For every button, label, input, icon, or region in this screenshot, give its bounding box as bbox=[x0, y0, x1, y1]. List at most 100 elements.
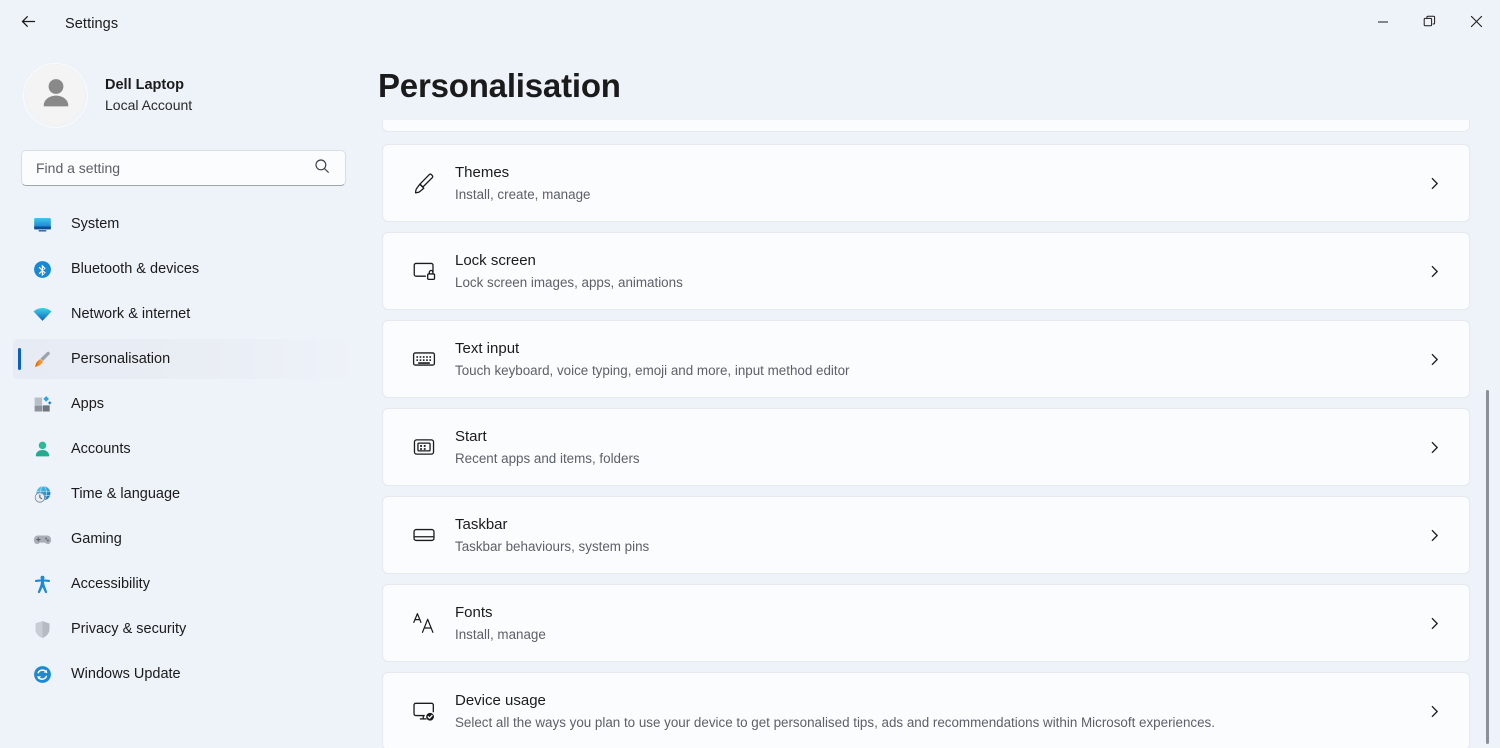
sidebar-item-gaming[interactable]: Gaming bbox=[13, 519, 358, 559]
page-title: Personalisation bbox=[378, 67, 621, 104]
apps-icon bbox=[30, 392, 54, 416]
settings-card-device-usage[interactable]: Device usage Select all the ways you pla… bbox=[382, 672, 1470, 748]
card-title: Lock screen bbox=[455, 252, 536, 270]
restore-button[interactable] bbox=[1406, 0, 1453, 48]
settings-card-taskbar[interactable]: Taskbar Taskbar behaviours, system pins bbox=[382, 496, 1470, 574]
sidebar-item-label: Network & internet bbox=[71, 306, 191, 322]
sidebar-item-apps[interactable]: Apps bbox=[13, 384, 358, 424]
settings-card-lock-screen[interactable]: Lock screen Lock screen images, apps, an… bbox=[382, 232, 1470, 310]
sidebar-nav: System Bluetooth & devices Network & int… bbox=[0, 204, 366, 694]
card-text: Device usage Select all the ways you pla… bbox=[455, 691, 1421, 731]
card-subtitle: Touch keyboard, voice typing, emoji and … bbox=[455, 362, 850, 378]
card-subtitle: Select all the ways you plan to use your… bbox=[455, 714, 1215, 730]
account-person-icon bbox=[30, 437, 54, 461]
shield-icon bbox=[30, 617, 54, 641]
sidebar-item-label: Time & language bbox=[71, 486, 181, 502]
settings-card-fonts[interactable]: Fonts Install, manage bbox=[382, 584, 1470, 662]
gamepad-icon bbox=[30, 527, 54, 551]
card-subtitle: Recent apps and items, folders bbox=[455, 450, 640, 466]
search-input[interactable] bbox=[21, 150, 346, 186]
system-monitor-icon bbox=[30, 212, 54, 236]
settings-card-themes[interactable]: Themes Install, create, manage bbox=[382, 144, 1470, 222]
device-usage-icon bbox=[407, 698, 441, 724]
card-partial-top[interactable] bbox=[382, 120, 1470, 132]
settings-card-start[interactable]: Start Recent apps and items, folders bbox=[382, 408, 1470, 486]
main-scrollbar[interactable] bbox=[1482, 48, 1494, 748]
title-bar: Settings bbox=[0, 0, 1500, 48]
back-button[interactable] bbox=[11, 7, 45, 41]
card-title: Taskbar bbox=[455, 516, 508, 534]
sidebar-item-label: Windows Update bbox=[71, 666, 181, 682]
minimize-icon bbox=[1377, 15, 1389, 33]
restore-icon bbox=[1423, 15, 1436, 33]
chevron-right-icon bbox=[1421, 705, 1447, 718]
search-container bbox=[21, 150, 346, 186]
bluetooth-icon bbox=[30, 257, 54, 281]
chevron-right-icon bbox=[1421, 353, 1447, 366]
sidebar-item-accounts[interactable]: Accounts bbox=[13, 429, 358, 469]
main-content: Personalisation Themes Install, create, … bbox=[366, 48, 1500, 748]
start-menu-icon bbox=[407, 434, 441, 460]
sidebar-item-personalisation[interactable]: Personalisation bbox=[13, 339, 358, 379]
chevron-right-icon bbox=[1421, 177, 1447, 190]
sidebar-item-label: Personalisation bbox=[71, 351, 171, 367]
paintbrush-icon bbox=[30, 347, 54, 371]
sidebar-item-network-internet[interactable]: Network & internet bbox=[13, 294, 358, 334]
card-title: Start bbox=[455, 428, 487, 446]
fonts-aa-icon bbox=[407, 610, 441, 636]
minimize-button[interactable] bbox=[1359, 0, 1406, 48]
card-text: Lock screen Lock screen images, apps, an… bbox=[455, 251, 1421, 291]
search-button[interactable] bbox=[310, 156, 334, 180]
wifi-icon bbox=[30, 302, 54, 326]
card-text: Taskbar Taskbar behaviours, system pins bbox=[455, 515, 1421, 555]
account-type: Local Account bbox=[105, 96, 193, 113]
sidebar: Dell Laptop Local Account Find a setting… bbox=[0, 48, 366, 748]
sidebar-item-privacy-security[interactable]: Privacy & security bbox=[13, 609, 358, 649]
sidebar-item-label: Gaming bbox=[71, 531, 122, 547]
card-text: Start Recent apps and items, folders bbox=[455, 427, 1421, 467]
card-title: Text input bbox=[455, 340, 520, 358]
account-meta: Dell Laptop Local Account bbox=[105, 76, 192, 114]
sidebar-item-label: Privacy & security bbox=[71, 621, 187, 637]
sidebar-item-bluetooth-devices[interactable]: Bluetooth & devices bbox=[13, 249, 358, 289]
card-text: Text input Touch keyboard, voice typing,… bbox=[455, 339, 1421, 379]
settings-card-text-input[interactable]: Text input Touch keyboard, voice typing,… bbox=[382, 320, 1470, 398]
sidebar-item-label: System bbox=[71, 216, 120, 232]
window-controls bbox=[1359, 0, 1500, 48]
taskbar-icon bbox=[407, 522, 441, 548]
sidebar-item-time-language[interactable]: Time & language bbox=[13, 474, 358, 514]
account-name: Dell Laptop bbox=[105, 77, 184, 94]
sidebar-item-label: Accessibility bbox=[71, 576, 150, 592]
chevron-right-icon bbox=[1421, 265, 1447, 278]
card-title: Fonts bbox=[455, 604, 493, 622]
sidebar-item-windows-update[interactable]: Windows Update bbox=[13, 654, 358, 694]
card-subtitle: Install, create, manage bbox=[455, 186, 591, 202]
account-block[interactable]: Dell Laptop Local Account bbox=[24, 64, 366, 127]
settings-window: Settings Dell Laptop Local Account Find … bbox=[0, 0, 1500, 748]
close-button[interactable] bbox=[1453, 0, 1500, 48]
paintbrush-outline-icon bbox=[407, 170, 441, 196]
card-text: Fonts Install, manage bbox=[455, 603, 1421, 643]
back-arrow-icon bbox=[19, 12, 38, 36]
chevron-right-icon bbox=[1421, 441, 1447, 454]
avatar bbox=[24, 64, 87, 127]
settings-card-list: Themes Install, create, manage Lock scre… bbox=[366, 120, 1500, 748]
card-subtitle: Install, manage bbox=[455, 626, 546, 642]
search-icon bbox=[314, 158, 330, 179]
chevron-right-icon bbox=[1421, 529, 1447, 542]
clock-globe-icon bbox=[30, 482, 54, 506]
sidebar-item-label: Accounts bbox=[71, 441, 131, 457]
update-refresh-icon bbox=[30, 662, 54, 686]
user-avatar-icon bbox=[34, 71, 78, 120]
close-icon bbox=[1470, 15, 1483, 33]
accessibility-icon bbox=[30, 572, 54, 596]
window-title: Settings bbox=[65, 16, 119, 32]
sidebar-item-system[interactable]: System bbox=[13, 204, 358, 244]
lock-screen-icon bbox=[407, 258, 441, 284]
card-title: Device usage bbox=[455, 692, 546, 710]
card-subtitle: Lock screen images, apps, animations bbox=[455, 274, 683, 290]
keyboard-icon bbox=[407, 346, 441, 372]
chevron-right-icon bbox=[1421, 617, 1447, 630]
sidebar-item-accessibility[interactable]: Accessibility bbox=[13, 564, 358, 604]
scrollbar-thumb[interactable] bbox=[1486, 390, 1489, 744]
